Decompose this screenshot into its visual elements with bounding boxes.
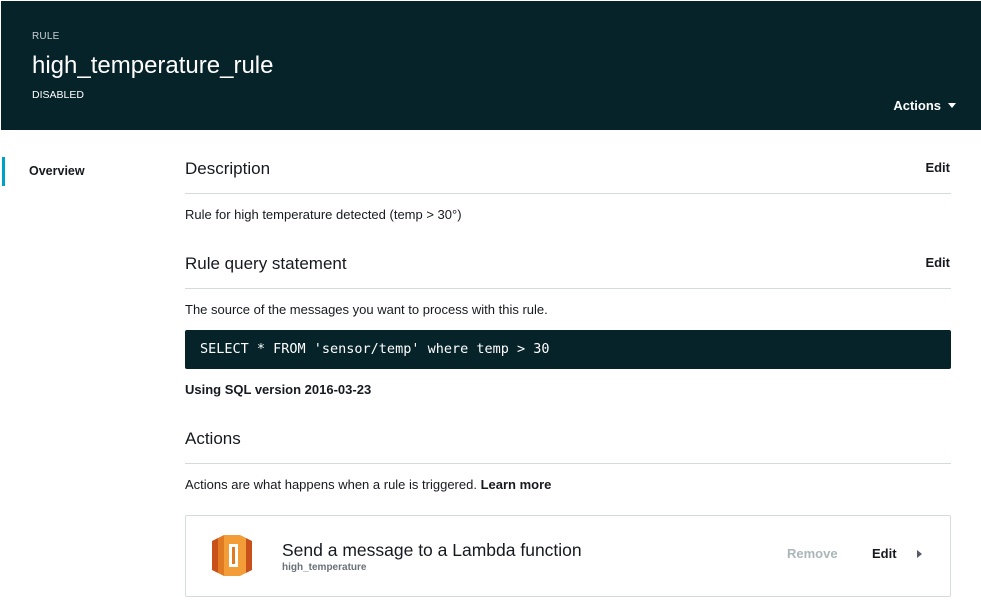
sql-version-text: Using SQL version 2016-03-23: [185, 382, 372, 397]
action-card[interactable]: Send a message to a Lambda function high…: [185, 515, 951, 597]
divider: [185, 288, 951, 289]
actions-dropdown-label: Actions: [893, 98, 941, 113]
sql-statement: SELECT * FROM 'sensor/temp' where temp >…: [185, 330, 951, 369]
sidebar-item-overview[interactable]: Overview: [29, 164, 85, 178]
edit-action-button[interactable]: Edit: [872, 546, 897, 561]
page-header: RULE high_temperature_rule DISABLED Acti…: [1, 1, 981, 130]
rule-query-help-text: The source of the messages you want to p…: [185, 302, 548, 317]
side-navigation: [0, 130, 160, 604]
remove-action-button[interactable]: Remove: [787, 546, 838, 561]
learn-more-link[interactable]: Learn more: [481, 477, 552, 492]
lambda-icon: [212, 535, 252, 576]
status-badge: DISABLED: [32, 89, 84, 101]
caret-down-icon: [948, 103, 956, 108]
divider: [185, 463, 951, 464]
description-text: Rule for high temperature detected (temp…: [185, 207, 462, 222]
description-heading: Description: [185, 159, 271, 178]
chevron-right-icon[interactable]: [917, 550, 922, 558]
actions-dropdown-button[interactable]: Actions: [893, 98, 956, 113]
rule-query-heading: Rule query statement: [185, 254, 347, 273]
divider: [185, 193, 951, 194]
nav-active-indicator: [2, 157, 5, 186]
action-subtitle: high_temperature: [282, 562, 367, 573]
action-title: Send a message to a Lambda function: [282, 540, 582, 560]
actions-heading: Actions: [185, 429, 241, 448]
description-edit-button[interactable]: Edit: [925, 160, 950, 175]
rule-query-edit-button[interactable]: Edit: [925, 255, 950, 270]
page-title: high_temperature_rule: [32, 52, 274, 79]
resource-type-label: RULE: [32, 31, 60, 42]
actions-help-line: Actions are what happens when a rule is …: [185, 477, 551, 492]
actions-help-text: Actions are what happens when a rule is …: [185, 477, 477, 492]
